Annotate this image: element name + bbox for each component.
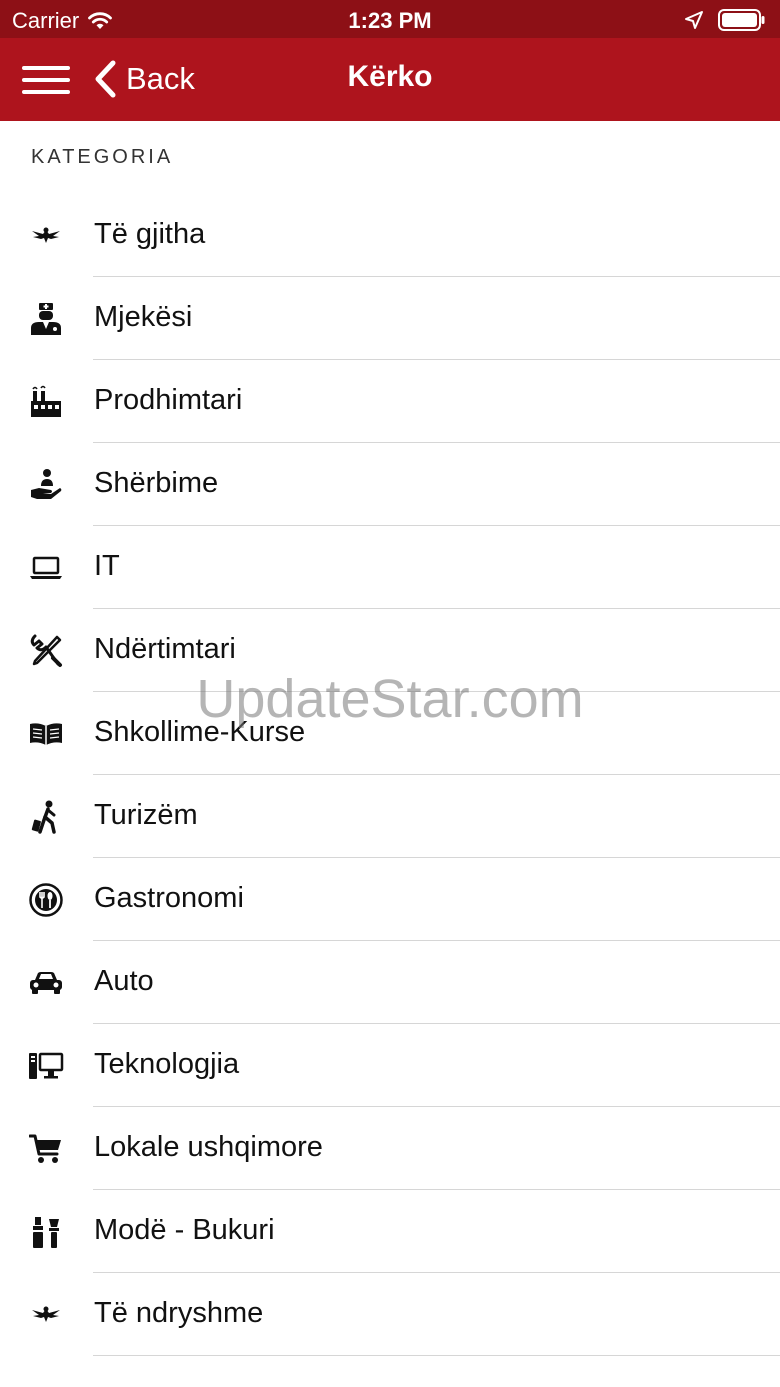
chevron-left-icon bbox=[95, 60, 116, 98]
category-item-mode-bukuri[interactable]: Modë - Bukuri bbox=[0, 1190, 780, 1273]
status-time: 1:23 PM bbox=[348, 8, 432, 33]
category-list: Të gjitha Mjekësi Prodhimtari Shërbime I… bbox=[0, 194, 780, 1356]
category-item-ndertimtari[interactable]: Ndërtimtari bbox=[0, 609, 780, 692]
eagle-icon bbox=[27, 218, 65, 254]
category-item-sherbime[interactable]: Shërbime bbox=[0, 443, 780, 526]
desktop-computer-icon bbox=[27, 1048, 65, 1084]
location-arrow-icon bbox=[685, 11, 703, 29]
category-item-it[interactable]: IT bbox=[0, 526, 780, 609]
category-item-te-gjitha[interactable]: Të gjitha bbox=[0, 194, 780, 277]
category-label: Turizëm bbox=[94, 799, 198, 831]
plate-cutlery-icon bbox=[27, 882, 65, 918]
status-bar: Carrier 1:23 PM bbox=[0, 0, 780, 38]
back-button[interactable]: Back bbox=[94, 57, 195, 101]
status-right bbox=[684, 9, 766, 31]
cosmetics-icon bbox=[27, 1214, 65, 1250]
back-label: Back bbox=[126, 61, 195, 96]
eagle-icon bbox=[27, 1297, 65, 1333]
category-item-prodhimtari[interactable]: Prodhimtari bbox=[0, 360, 780, 443]
category-item-te-ndryshme[interactable]: Të ndryshme bbox=[0, 1273, 780, 1356]
category-label: Auto bbox=[94, 965, 154, 997]
hamburger-menu-icon[interactable] bbox=[22, 66, 70, 96]
category-label: Lokale ushqimore bbox=[94, 1131, 323, 1163]
doctor-icon bbox=[27, 301, 65, 337]
category-label: Shërbime bbox=[94, 467, 219, 499]
category-label: Të gjitha bbox=[94, 218, 206, 250]
category-item-mjekesi[interactable]: Mjekësi bbox=[0, 277, 780, 360]
factory-icon bbox=[27, 384, 65, 420]
service-hand-icon bbox=[27, 467, 65, 503]
category-label: Mjekësi bbox=[94, 301, 193, 333]
category-label: Shkollime-Kurse bbox=[94, 716, 306, 748]
traveler-icon bbox=[27, 799, 65, 835]
category-label: IT bbox=[94, 550, 120, 582]
category-label: Gastronomi bbox=[94, 882, 244, 914]
category-item-teknologjia[interactable]: Teknologjia bbox=[0, 1024, 780, 1107]
tools-icon bbox=[27, 633, 65, 669]
nav-bar: Back Kërko bbox=[0, 38, 780, 121]
shopping-cart-icon bbox=[27, 1131, 65, 1167]
car-icon bbox=[27, 965, 65, 1001]
category-label: Të ndryshme bbox=[94, 1297, 264, 1329]
battery-icon bbox=[718, 9, 765, 31]
category-label: Modë - Bukuri bbox=[94, 1214, 275, 1246]
laptop-icon bbox=[27, 550, 65, 586]
category-item-auto[interactable]: Auto bbox=[0, 941, 780, 1024]
category-item-shkollime-kurse[interactable]: Shkollime-Kurse bbox=[0, 692, 780, 775]
divider bbox=[93, 1355, 780, 1356]
section-header: KATEGORIA bbox=[31, 146, 174, 168]
book-icon bbox=[27, 716, 65, 752]
category-item-turizem[interactable]: Turizëm bbox=[0, 775, 780, 858]
category-item-gastronomi[interactable]: Gastronomi bbox=[0, 858, 780, 941]
category-label: Ndërtimtari bbox=[94, 633, 236, 665]
category-item-lokale-ushqimore[interactable]: Lokale ushqimore bbox=[0, 1107, 780, 1190]
category-label: Teknologjia bbox=[94, 1048, 240, 1080]
category-label: Prodhimtari bbox=[94, 384, 243, 416]
